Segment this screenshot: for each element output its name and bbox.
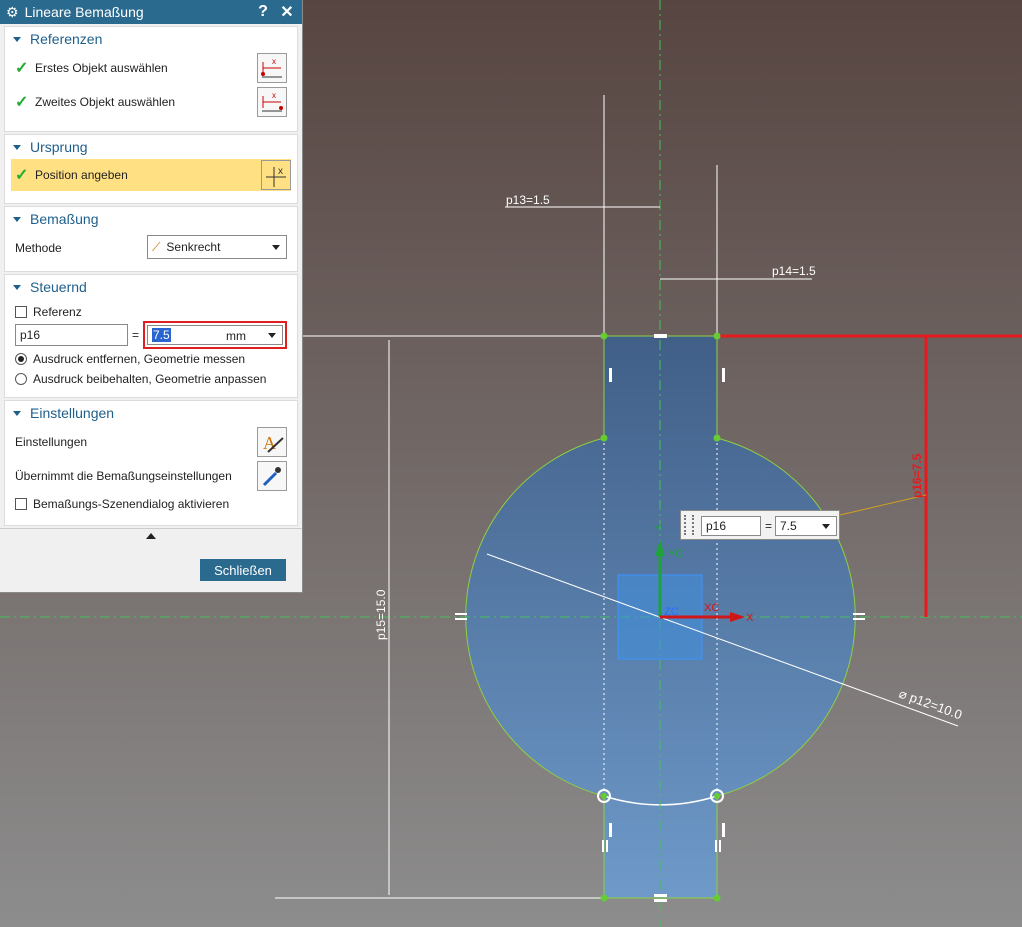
- dim-p14[interactable]: p14=1.5: [772, 264, 816, 278]
- expression-name-field[interactable]: p16: [15, 324, 128, 346]
- method-label: Methode: [15, 241, 62, 255]
- section-title: Ursprung: [30, 139, 88, 155]
- settings-button[interactable]: A: [257, 427, 287, 457]
- text-style-icon: A: [263, 433, 284, 453]
- expression-value[interactable]: 7.5: [152, 328, 171, 342]
- check-icon: ✓: [15, 167, 29, 184]
- dialog-titlebar[interactable]: ⚙ Lineare Bemaßung ? ✕: [0, 0, 302, 24]
- dim-p16[interactable]: p16=7.5: [910, 453, 924, 498]
- settings-label: Einstellungen: [15, 435, 88, 449]
- radio-keep-expression[interactable]: [15, 373, 27, 385]
- linear-dimension-dialog: ⚙ Lineare Bemaßung ? ✕ Referenzen ✓ Erst…: [0, 0, 303, 593]
- collapse-triangle-icon: [13, 144, 21, 150]
- section-ursprung: Ursprung ✓ Position angeben x: [4, 134, 298, 204]
- dialog-title: Lineare Bemaßung: [24, 4, 144, 20]
- unit-label: mm: [226, 329, 246, 343]
- collapse-triangle-icon: [13, 36, 21, 42]
- onscreen-value-field[interactable]: 7.5: [775, 516, 837, 536]
- svg-text:X: X: [746, 612, 754, 624]
- check-icon: ✓: [15, 60, 29, 77]
- radio-remove-expression[interactable]: [15, 353, 27, 365]
- svg-text:Y: Y: [654, 523, 662, 535]
- specify-position-row[interactable]: ✓ Position angeben x: [11, 159, 291, 191]
- chevron-down-icon: [822, 524, 830, 529]
- section-header-bemassung[interactable]: Bemaßung: [5, 207, 297, 231]
- gear-icon[interactable]: ⚙: [6, 4, 19, 21]
- svg-text:XC: XC: [704, 602, 719, 614]
- scene-dialog-row[interactable]: Bemaßungs-Szenendialog aktivieren: [5, 493, 297, 515]
- check-icon: ✓: [15, 94, 29, 111]
- perpendicular-dimension-icon: ⟋: [152, 239, 161, 254]
- section-header-referenzen[interactable]: Referenzen: [5, 27, 297, 51]
- first-object-label: Erstes Objekt auswählen: [35, 61, 168, 75]
- keep-expression-label: Ausdruck beibehalten, Geometrie anpassen: [33, 372, 267, 386]
- section-bemassung: Bemaßung Methode ⟋ Senkrecht: [4, 206, 298, 272]
- section-einstellungen: Einstellungen Einstellungen A Übernimmt …: [4, 400, 298, 526]
- method-value: Senkrecht: [166, 240, 221, 254]
- method-select[interactable]: ⟋ Senkrecht: [147, 235, 287, 259]
- section-steuernd: Steuernd Referenz p16 = 7.5 mm Ausdruck …: [4, 274, 298, 398]
- section-title: Referenzen: [30, 31, 103, 47]
- scene-dialog-checkbox[interactable]: [15, 498, 27, 510]
- second-object-label: Zweites Objekt auswählen: [35, 95, 176, 109]
- svg-text:YC: YC: [668, 548, 683, 560]
- inherit-settings-row: Übernimmt die Bemaßungseinstellungen: [5, 459, 297, 493]
- section-title: Bemaßung: [30, 211, 99, 227]
- svg-text:ZC: ZC: [664, 606, 679, 618]
- settings-row: Einstellungen A: [5, 425, 297, 459]
- collapse-triangle-icon: [13, 284, 21, 290]
- onscreen-input: p16 = 7.5: [680, 510, 840, 540]
- expression-row: p16 = 7.5 mm: [5, 321, 297, 349]
- chevron-up-icon: [146, 533, 156, 539]
- dim-p13[interactable]: p13=1.5: [506, 193, 550, 207]
- chevron-down-icon[interactable]: [268, 333, 276, 338]
- select-first-object-row[interactable]: ✓ Erstes Objekt auswählen x: [5, 51, 297, 85]
- position-label: Position angeben: [35, 168, 128, 182]
- svg-text:x: x: [272, 57, 276, 66]
- svg-text:x: x: [278, 166, 283, 177]
- option-remove-expression[interactable]: Ausdruck entfernen, Geometrie messen: [5, 349, 297, 369]
- svg-text:x: x: [272, 91, 276, 100]
- expression-value-field[interactable]: 7.5 mm: [147, 325, 283, 345]
- collapse-triangle-icon: [13, 410, 21, 416]
- equals-sign: =: [131, 328, 139, 342]
- collapse-dialog-toggle[interactable]: [0, 528, 302, 543]
- value-field-highlight: 7.5 mm: [143, 321, 287, 349]
- close-icon[interactable]: ✕: [278, 2, 296, 22]
- inherit-settings-label: Übernimmt die Bemaßungseinstellungen: [15, 469, 232, 483]
- dim-p15[interactable]: p15=15.0: [374, 589, 388, 640]
- remove-expression-label: Ausdruck entfernen, Geometrie messen: [33, 352, 246, 366]
- help-button[interactable]: ?: [254, 3, 272, 21]
- section-referenzen: Referenzen ✓ Erstes Objekt auswählen x ✓…: [4, 26, 298, 132]
- onscreen-equals: =: [765, 519, 773, 533]
- section-title: Einstellungen: [30, 405, 115, 421]
- eyedropper-icon: [262, 467, 281, 487]
- scene-dialog-label: Bemaßungs-Szenendialog aktivieren: [33, 497, 230, 511]
- onscreen-value-text: 7.5: [780, 519, 797, 533]
- close-button[interactable]: Schließen: [200, 559, 286, 581]
- onscreen-name-field[interactable]: p16: [701, 516, 761, 536]
- collapse-triangle-icon: [13, 216, 21, 222]
- referenz-label: Referenz: [33, 305, 82, 319]
- specify-origin-button[interactable]: x: [261, 160, 291, 190]
- select-second-object-button[interactable]: x: [257, 87, 287, 117]
- chevron-down-icon: [272, 245, 280, 250]
- inherit-settings-button[interactable]: [257, 461, 287, 491]
- section-header-einstellungen[interactable]: Einstellungen: [5, 401, 297, 425]
- section-header-steuernd[interactable]: Steuernd: [5, 275, 297, 299]
- dimension-select-icon: x: [262, 91, 283, 112]
- option-keep-expression[interactable]: Ausdruck beibehalten, Geometrie anpassen: [5, 369, 297, 389]
- referenz-checkbox-row[interactable]: Referenz: [5, 303, 297, 321]
- select-second-object-row[interactable]: ✓ Zweites Objekt auswählen x: [5, 85, 297, 119]
- section-header-ursprung[interactable]: Ursprung: [5, 135, 297, 159]
- referenz-checkbox[interactable]: [15, 306, 27, 318]
- method-row: Methode ⟋ Senkrecht: [5, 231, 297, 265]
- crosshair-icon: x: [266, 166, 286, 187]
- select-first-object-button[interactable]: x: [257, 53, 287, 83]
- section-title: Steuernd: [30, 279, 87, 295]
- drag-handle-icon[interactable]: [684, 515, 694, 535]
- dimension-select-icon: x: [261, 57, 282, 78]
